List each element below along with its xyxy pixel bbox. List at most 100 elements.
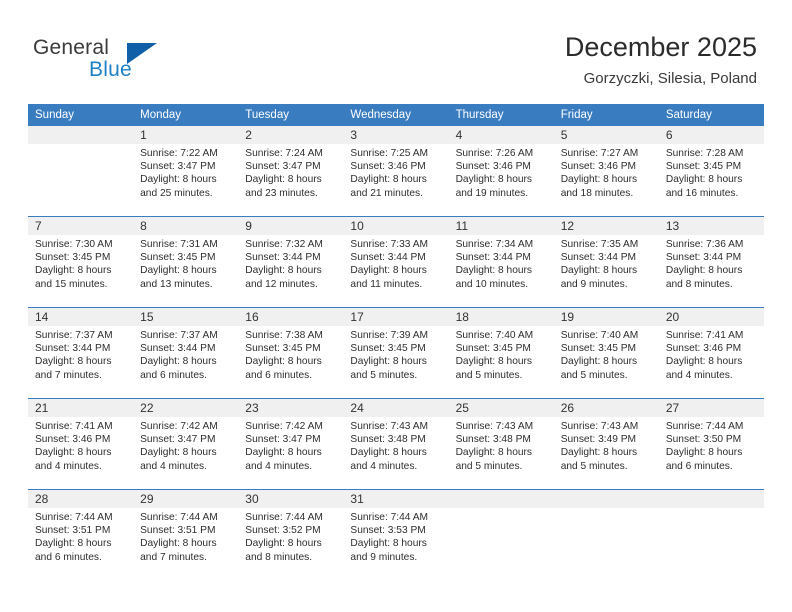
sunrise-text: Sunrise: 7:25 AM (350, 148, 429, 159)
week-row: 21 Sunrise: 7:41 AM Sunset: 3:46 PM Dayl… (28, 398, 764, 490)
day-number: 23 (238, 399, 344, 417)
day-cell[interactable]: 9 Sunrise: 7:32 AM Sunset: 3:44 PM Dayli… (238, 216, 344, 308)
day-cell[interactable] (448, 489, 554, 580)
day-cell[interactable]: 28 Sunrise: 7:44 AM Sunset: 3:51 PM Dayl… (28, 489, 134, 580)
daylight-text-line2: and 8 minutes. (665, 278, 733, 290)
daylight-text-line2: and 12 minutes. (245, 278, 318, 290)
day-number: 24 (343, 399, 449, 417)
daylight-text-line2: and 10 minutes. (455, 278, 529, 290)
day-number: 3 (343, 126, 449, 144)
daylight-text-line1: Daylight: 8 hours (455, 447, 533, 459)
day-cell[interactable]: 16 Sunrise: 7:38 AM Sunset: 3:45 PM Dayl… (238, 307, 344, 399)
daylight-text-line2: and 6 minutes. (245, 369, 313, 381)
day-cell[interactable]: 7 Sunrise: 7:30 AM Sunset: 3:45 PM Dayli… (28, 216, 134, 308)
daylight-text-line1: Daylight: 8 hours (350, 447, 427, 459)
day-cell[interactable]: 10 Sunrise: 7:33 AM Sunset: 3:44 PM Dayl… (343, 216, 449, 308)
daylight-text-line1: Daylight: 8 hours (665, 174, 743, 186)
weekday-header-monday: Monday (133, 104, 239, 126)
day-details: Sunrise: 7:42 AM Sunset: 3:47 PM Dayligh… (238, 417, 343, 473)
day-cell[interactable] (658, 489, 764, 580)
sunrise-text: Sunrise: 7:35 AM (560, 239, 639, 250)
day-cell[interactable]: 6 Sunrise: 7:28 AM Sunset: 3:45 PM Dayli… (658, 126, 764, 217)
day-details: Sunrise: 7:38 AM Sunset: 3:45 PM Dayligh… (238, 326, 343, 382)
weekday-header-wednesday: Wednesday (343, 104, 449, 126)
daylight-text-line1: Daylight: 8 hours (140, 174, 217, 186)
day-cell[interactable]: 25 Sunrise: 7:43 AM Sunset: 3:48 PM Dayl… (448, 398, 554, 490)
daylight-text-line1: Daylight: 8 hours (140, 265, 217, 277)
day-number (448, 490, 554, 508)
day-cell[interactable] (28, 126, 134, 217)
day-cell[interactable]: 2 Sunrise: 7:24 AM Sunset: 3:47 PM Dayli… (238, 126, 344, 217)
sunset-text: Sunset: 3:46 PM (350, 161, 426, 173)
sunset-text: Sunset: 3:47 PM (140, 434, 216, 446)
day-cell[interactable]: 4 Sunrise: 7:26 AM Sunset: 3:46 PM Dayli… (448, 126, 554, 217)
day-cell[interactable]: 1 Sunrise: 7:22 AM Sunset: 3:47 PM Dayli… (133, 126, 239, 217)
calendar-page: General Blue December 2025 Gorzyczki, Si… (0, 0, 792, 612)
day-cell[interactable]: 26 Sunrise: 7:43 AM Sunset: 3:49 PM Dayl… (553, 398, 659, 490)
day-cell[interactable]: 20 Sunrise: 7:41 AM Sunset: 3:46 PM Dayl… (658, 307, 764, 399)
day-cell[interactable]: 17 Sunrise: 7:39 AM Sunset: 3:45 PM Dayl… (343, 307, 449, 399)
sunrise-text: Sunrise: 7:37 AM (140, 330, 218, 341)
day-number: 12 (553, 217, 659, 235)
day-cell[interactable]: 23 Sunrise: 7:42 AM Sunset: 3:47 PM Dayl… (238, 398, 344, 490)
daylight-text-line1: Daylight: 8 hours (665, 447, 743, 459)
day-details: Sunrise: 7:43 AM Sunset: 3:48 PM Dayligh… (449, 417, 554, 473)
day-cell[interactable]: 14 Sunrise: 7:37 AM Sunset: 3:44 PM Dayl… (28, 307, 134, 399)
calendar-header-row: Sunday Monday Tuesday Wednesday Thursday… (28, 104, 764, 126)
day-cell[interactable]: 3 Sunrise: 7:25 AM Sunset: 3:46 PM Dayli… (343, 126, 449, 217)
daylight-text-line2: and 25 minutes. (140, 187, 213, 199)
day-number (658, 490, 764, 508)
daylight-text-line2: and 16 minutes. (665, 187, 739, 199)
day-cell[interactable]: 22 Sunrise: 7:42 AM Sunset: 3:47 PM Dayl… (133, 398, 239, 490)
day-details: Sunrise: 7:39 AM Sunset: 3:45 PM Dayligh… (343, 326, 448, 382)
sunset-text: Sunset: 3:44 PM (665, 252, 742, 264)
day-cell[interactable]: 30 Sunrise: 7:44 AM Sunset: 3:52 PM Dayl… (238, 489, 344, 580)
day-details: Sunrise: 7:44 AM Sunset: 3:50 PM Dayligh… (659, 417, 764, 473)
day-cell[interactable]: 18 Sunrise: 7:40 AM Sunset: 3:45 PM Dayl… (448, 307, 554, 399)
daylight-text-line2: and 8 minutes. (245, 551, 313, 563)
week-row: 28 Sunrise: 7:44 AM Sunset: 3:51 PM Dayl… (28, 489, 764, 580)
day-cell[interactable]: 11 Sunrise: 7:34 AM Sunset: 3:44 PM Dayl… (448, 216, 554, 308)
day-cell[interactable]: 19 Sunrise: 7:40 AM Sunset: 3:45 PM Dayl… (553, 307, 659, 399)
sunrise-text: Sunrise: 7:40 AM (560, 330, 639, 341)
day-details (659, 508, 764, 511)
day-number: 17 (343, 308, 449, 326)
daylight-text-line1: Daylight: 8 hours (245, 447, 322, 459)
daylight-text-line2: and 18 minutes. (560, 187, 634, 199)
sunset-text: Sunset: 3:44 PM (455, 252, 531, 264)
day-cell[interactable]: 21 Sunrise: 7:41 AM Sunset: 3:46 PM Dayl… (28, 398, 134, 490)
week-row: 14 Sunrise: 7:37 AM Sunset: 3:44 PM Dayl… (28, 307, 764, 399)
day-details (449, 508, 554, 511)
day-number: 1 (133, 126, 239, 144)
day-details: Sunrise: 7:40 AM Sunset: 3:45 PM Dayligh… (554, 326, 659, 382)
day-details: Sunrise: 7:42 AM Sunset: 3:47 PM Dayligh… (133, 417, 238, 473)
daylight-text-line2: and 6 minutes. (35, 551, 102, 563)
day-details: Sunrise: 7:28 AM Sunset: 3:45 PM Dayligh… (659, 144, 764, 200)
daylight-text-line2: and 7 minutes. (35, 369, 102, 381)
daylight-text-line2: and 5 minutes. (350, 369, 418, 381)
day-details: Sunrise: 7:26 AM Sunset: 3:46 PM Dayligh… (449, 144, 554, 200)
page-subtitle: Gorzyczki, Silesia, Poland (583, 70, 757, 87)
daylight-text-line2: and 7 minutes. (140, 551, 207, 563)
sunset-text: Sunset: 3:44 PM (560, 252, 637, 264)
daylight-text-line1: Daylight: 8 hours (455, 265, 533, 277)
day-cell[interactable]: 12 Sunrise: 7:35 AM Sunset: 3:44 PM Dayl… (553, 216, 659, 308)
day-cell[interactable]: 5 Sunrise: 7:27 AM Sunset: 3:46 PM Dayli… (553, 126, 659, 217)
daylight-text-line1: Daylight: 8 hours (140, 447, 217, 459)
weekday-header-thursday: Thursday (448, 104, 554, 126)
day-cell[interactable]: 29 Sunrise: 7:44 AM Sunset: 3:51 PM Dayl… (133, 489, 239, 580)
day-details: Sunrise: 7:44 AM Sunset: 3:52 PM Dayligh… (238, 508, 343, 564)
daylight-text-line2: and 4 minutes. (35, 460, 102, 472)
day-cell[interactable]: 31 Sunrise: 7:44 AM Sunset: 3:53 PM Dayl… (343, 489, 449, 580)
day-cell[interactable]: 24 Sunrise: 7:43 AM Sunset: 3:48 PM Dayl… (343, 398, 449, 490)
day-cell[interactable]: 15 Sunrise: 7:37 AM Sunset: 3:44 PM Dayl… (133, 307, 239, 399)
calendar-body: 1 Sunrise: 7:22 AM Sunset: 3:47 PM Dayli… (28, 126, 764, 580)
general-blue-logo[interactable]: General Blue (33, 36, 233, 88)
day-cell[interactable] (553, 489, 659, 580)
sunset-text: Sunset: 3:45 PM (245, 343, 321, 355)
page-title: December 2025 (564, 32, 757, 62)
day-number: 19 (553, 308, 659, 326)
day-cell[interactable]: 8 Sunrise: 7:31 AM Sunset: 3:45 PM Dayli… (133, 216, 239, 308)
day-cell[interactable]: 27 Sunrise: 7:44 AM Sunset: 3:50 PM Dayl… (658, 398, 764, 490)
day-cell[interactable]: 13 Sunrise: 7:36 AM Sunset: 3:44 PM Dayl… (658, 216, 764, 308)
